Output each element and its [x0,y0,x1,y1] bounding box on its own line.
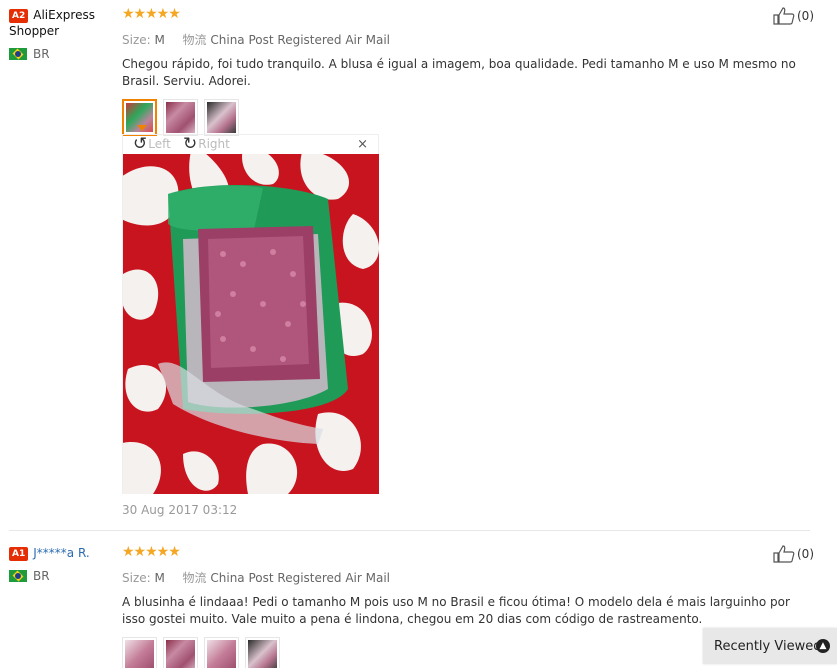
review-date: 30 Aug 2017 03:12 [122,503,238,517]
reviewer-info: A1 J*****a R. BR [9,545,119,583]
reviewer-name: A1 J*****a R. [9,545,119,561]
review-photo-thumbnail[interactable] [163,99,198,136]
review-item: A2 AliExpress Shopper BR (0) ★★★★★ Size: … [0,0,837,530]
buyer-level-badge: A1 [9,546,29,561]
rotate-left-icon: ↺ [133,134,148,154]
shipping-label: 物流 [182,571,207,585]
size-value: M [154,33,165,47]
shipping-method: China Post Registered Air Mail [210,571,391,585]
review-photo-thumbnail[interactable] [163,637,198,668]
shipping-label: 物流 [182,33,207,47]
reviewer-name: A2 AliExpress Shopper [9,8,95,38]
photo-viewer: ↺ Left ↻ Right × [122,134,379,494]
review-photo-thumbnail[interactable] [122,637,157,668]
review-meta: Size: M 物流 China Post Registered Air Mai… [122,569,812,586]
buyer-level-badge: A2 [9,8,29,23]
review-photo-thumbnail[interactable] [204,637,239,668]
photo-viewer-toolbar: ↺ Left ↻ Right × [123,135,378,153]
rotate-right-button[interactable]: ↻ Right [183,135,230,153]
reviewer-info: A2 AliExpress Shopper BR [9,7,119,61]
review-photo-large [123,154,379,494]
review-photo-thumbnails [122,99,812,136]
review-photo-thumbnail[interactable] [204,99,239,136]
star-rating: ★★★★★ [122,544,181,560]
brazil-flag-icon [9,570,27,582]
review-text: A blusinha é lindaaa! Pedi o tamanho M p… [122,595,790,626]
chevron-up-icon: ▲ [816,639,830,653]
rotate-right-icon: ↻ [183,134,198,154]
size-label: Size: [122,571,151,585]
size-value: M [154,571,165,585]
reviewer-country: BR [9,47,119,61]
shipping-method: China Post Registered Air Mail [210,33,391,47]
star-rating: ★★★★★ [122,6,181,22]
recently-viewed-button[interactable]: Recently Viewed ▲ [703,628,837,664]
reviewer-country: BR [9,569,119,583]
close-icon[interactable]: × [357,137,368,152]
brazil-flag-icon [9,48,27,60]
rotate-left-button[interactable]: ↺ Left [133,135,171,153]
review-meta: Size: M 物流 China Post Registered Air Mai… [122,31,812,48]
reviewer-name-link[interactable]: J*****a R. [33,546,89,560]
review-divider [9,530,810,531]
size-label: Size: [122,33,151,47]
active-thumbnail-pointer [137,125,147,131]
review-content: ★★★★★ Size: M 物流 China Post Registered A… [122,6,812,136]
review-photo-thumbnail[interactable] [245,637,280,668]
review-text: Chegou rápido, foi tudo tranquilo. A blu… [122,57,796,88]
